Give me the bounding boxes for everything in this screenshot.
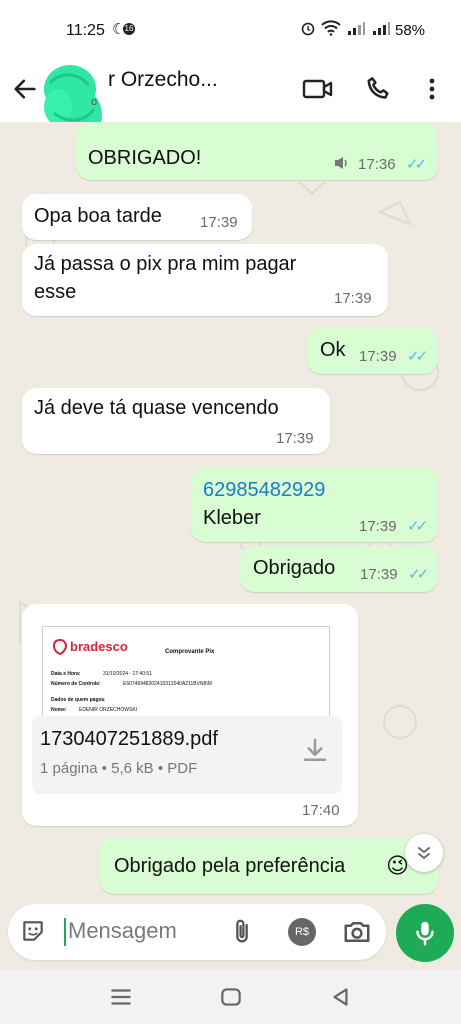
pdf-field-value: 31/10/2024 - 17:40:51 (103, 671, 152, 677)
message-bubble-outgoing[interactable]: Obrigado pela preferência 😉 (100, 838, 438, 894)
download-icon[interactable] (300, 736, 330, 766)
message-bubble-incoming[interactable]: Já deve tá quase vencendo 17:39 (22, 388, 330, 454)
contact-status: o (91, 96, 98, 108)
message-time: 17:39 (359, 348, 397, 365)
home-icon[interactable] (218, 984, 244, 1010)
pdf-field-label: Número de Controle: (51, 681, 101, 687)
chat-area[interactable]: OBRIGADO! 17:36 ✓✓ Opa boa tarde 17:39 J… (0, 122, 461, 904)
chevron-down-icon (418, 847, 430, 860)
message-bubble-outgoing[interactable]: OBRIGADO! 17:36 ✓✓ (76, 122, 438, 180)
pdf-bank-name: bradesco (70, 639, 128, 654)
message-bubble-incoming[interactable]: Opa boa tarde 17:39 (22, 194, 252, 240)
message-text-line: Já passa o pix pra mim pagar (34, 253, 297, 275)
camera-icon[interactable] (342, 917, 372, 947)
scroll-to-bottom-button[interactable] (405, 834, 443, 872)
more-vert-icon[interactable] (422, 74, 442, 104)
message-composer[interactable]: Mensagem R$ (8, 904, 386, 960)
signal-icon (372, 22, 390, 35)
message-text-line: Kleber (203, 507, 261, 529)
message-time: 17:39 (334, 290, 372, 307)
phone-icon[interactable] (364, 74, 394, 104)
message-bubble-outgoing[interactable]: 62985482929 Kleber 17:39 ✓✓ (191, 468, 438, 542)
document-info[interactable]: 1730407251889.pdf 1 página • 5,6 kB • PD… (32, 716, 342, 794)
text-cursor (64, 918, 66, 946)
message-text-line: esse (34, 281, 77, 303)
message-time: 17:36 (358, 156, 396, 173)
contact-name[interactable]: r Orzecho... (108, 68, 286, 92)
alarm-icon (301, 22, 315, 36)
message-time: 17:39 (360, 566, 398, 583)
message-time: 17:39 (200, 214, 238, 231)
mic-button[interactable] (396, 904, 454, 962)
pix-icon[interactable]: R$ (288, 918, 316, 946)
mic-icon (416, 921, 434, 946)
bradesco-logo-icon (53, 639, 67, 655)
speaker-icon (335, 157, 347, 169)
pdf-doc-title: Comprovante Pix (165, 649, 215, 655)
message-bubble-outgoing[interactable]: Ok 17:39 ✓✓ (307, 328, 438, 374)
document-meta: 1 página • 5,6 kB • PDF (40, 760, 198, 777)
pdf-field-label: Data e Hora: (51, 671, 81, 677)
wifi-icon (321, 20, 341, 36)
message-text: Obrigado (253, 557, 336, 579)
message-bubble-incoming[interactable]: Já passa o pix pra mim pagar esse 17:39 (22, 244, 388, 316)
sticker-icon[interactable] (20, 918, 48, 946)
read-ticks-icon: ✓✓ (407, 348, 428, 365)
pdf-field-label: Dados de quem pagou (51, 697, 105, 703)
signal-icon (347, 22, 365, 35)
phone-link[interactable]: 62985482929 (203, 476, 325, 504)
attach-icon[interactable] (228, 917, 256, 947)
status-bar: 11:25 ☾ 16 58% (0, 0, 461, 58)
message-bubble-outgoing[interactable]: Obrigado 17:39 ✓✓ (240, 546, 438, 592)
message-time: 17:39 (276, 430, 314, 447)
back-arrow-icon[interactable] (8, 72, 42, 106)
document-filename: 1730407251889.pdf (40, 728, 218, 750)
notification-badge: 16 (123, 23, 135, 35)
clock: 11:25 (66, 22, 105, 39)
back-nav-icon[interactable] (328, 984, 354, 1010)
read-ticks-icon: ✓✓ (407, 518, 428, 535)
message-time: 17:39 (359, 518, 397, 535)
message-time: 17:40 (302, 802, 340, 819)
read-ticks-icon: ✓✓ (406, 156, 427, 173)
message-text: OBRIGADO! (88, 147, 202, 169)
read-ticks-icon: ✓✓ (408, 566, 429, 583)
message-input[interactable]: Mensagem (68, 918, 177, 944)
status-icons (300, 20, 391, 36)
video-call-icon[interactable] (302, 75, 334, 103)
compose-area: Mensagem R$ (0, 904, 461, 970)
pdf-field-label: Nome: (51, 707, 67, 713)
message-text: Obrigado pela preferência (114, 855, 346, 877)
pdf-field-value: EDENIR ORZECHOWSKI (79, 707, 138, 713)
chat-header: r Orzecho... o (0, 58, 461, 141)
battery-level: 58% (395, 22, 426, 39)
message-text: Já deve tá quase vencendo (34, 397, 279, 419)
message-text: Ok (320, 339, 346, 361)
message-text: Opa boa tarde (34, 205, 162, 227)
pdf-field-value: E60746948202410312040A211BVN8IM (123, 681, 212, 687)
recent-apps-icon[interactable] (108, 984, 134, 1010)
system-nav-bar (0, 970, 461, 1024)
document-message[interactable]: bradesco Comprovante Pix Data e Hora: 31… (22, 604, 358, 826)
